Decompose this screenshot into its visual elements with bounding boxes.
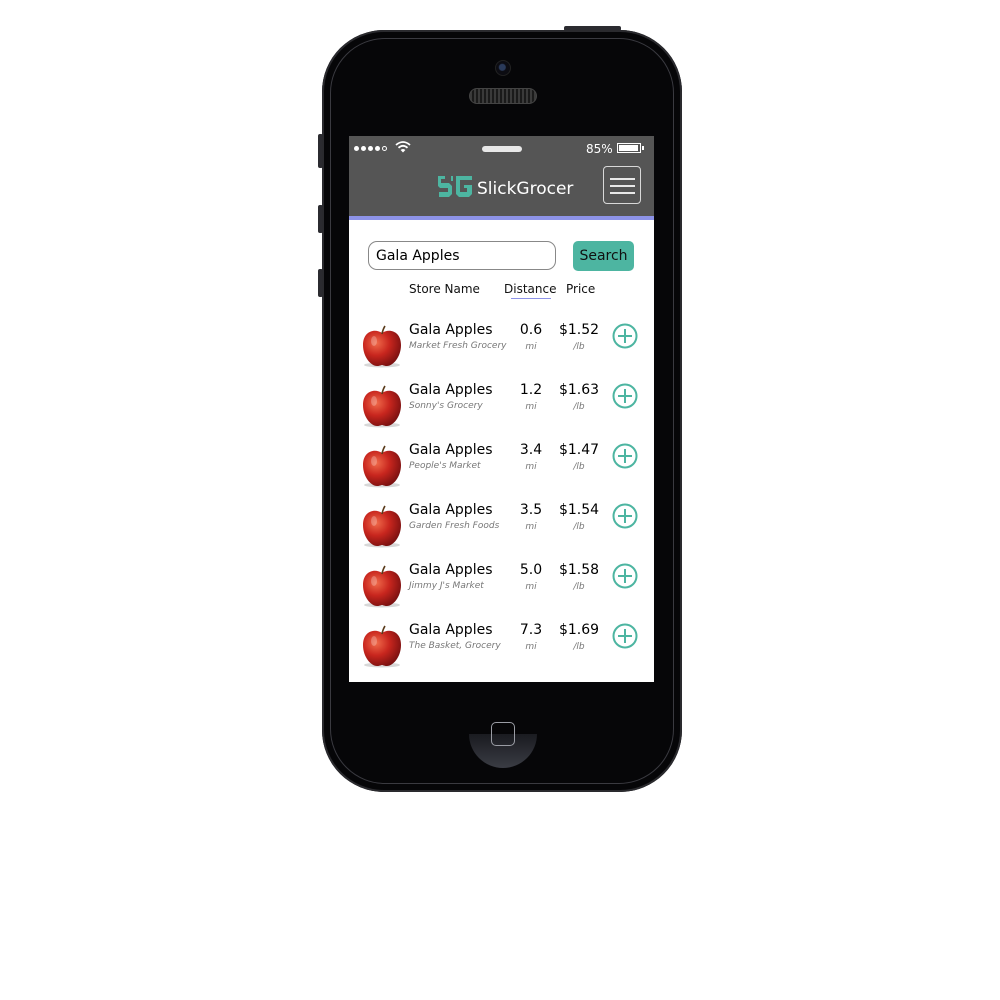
distance-unit: mi — [525, 582, 537, 592]
distance-unit: mi — [525, 642, 537, 652]
price-value: $1.58 — [558, 562, 600, 578]
front-camera — [495, 60, 511, 76]
apple-image — [363, 445, 401, 488]
search-input[interactable] — [368, 241, 556, 270]
app-header: SlickGrocer — [349, 162, 654, 220]
store-name: People's Market — [409, 461, 481, 471]
distance-value: 5.0 — [519, 562, 543, 578]
store-name: Sonny's Grocery — [409, 401, 483, 411]
store-name: Jimmy J's Market — [409, 581, 484, 591]
home-square-icon — [491, 722, 515, 746]
price-value: $1.69 — [558, 622, 600, 638]
list-item[interactable]: Gala Apples People's Market 3.4 mi $1.47… — [349, 442, 654, 508]
apple-image — [363, 385, 401, 428]
store-name: Market Fresh Grocery — [409, 341, 507, 351]
earpiece-speaker — [469, 88, 537, 104]
add-to-list-icon[interactable] — [612, 503, 638, 529]
distance-unit: mi — [525, 462, 537, 472]
battery-icon — [617, 143, 644, 153]
distance-unit: mi — [525, 522, 537, 532]
app-title: SlickGrocer — [477, 179, 574, 199]
distance-value: 3.5 — [519, 502, 543, 518]
add-to-list-icon[interactable] — [612, 623, 638, 649]
distance-unit: mi — [525, 342, 537, 352]
apple-image — [363, 565, 401, 608]
list-item[interactable]: Gala Apples Jimmy J's Market 5.0 mi $1.5… — [349, 562, 654, 628]
item-name: Gala Apples — [409, 322, 493, 338]
hamburger-menu-button[interactable] — [603, 166, 641, 204]
battery-percent: 85% — [586, 142, 613, 156]
apple-image — [363, 625, 401, 668]
price-value: $1.54 — [558, 502, 600, 518]
price-unit: /lb — [573, 582, 585, 592]
list-item[interactable]: Gala Apples Sonny's Grocery 1.2 mi $1.63… — [349, 382, 654, 448]
sort-indicator — [511, 298, 551, 299]
item-name: Gala Apples — [409, 622, 493, 638]
price-unit: /lb — [573, 342, 585, 352]
add-to-list-icon[interactable] — [612, 563, 638, 589]
search-button[interactable]: Search — [573, 241, 634, 271]
store-name: Garden Fresh Foods — [409, 521, 500, 531]
item-name: Gala Apples — [409, 382, 493, 398]
slickgrocer-logo-icon — [438, 176, 472, 197]
wifi-icon — [395, 141, 411, 153]
distance-value: 7.3 — [519, 622, 543, 638]
item-name: Gala Apples — [409, 562, 493, 578]
apple-image — [363, 325, 401, 368]
distance-unit: mi — [525, 402, 537, 412]
column-header-store-name[interactable]: Store Name — [409, 282, 480, 296]
price-unit: /lb — [573, 522, 585, 532]
price-value: $1.63 — [558, 382, 600, 398]
store-name: The Basket, Grocery — [409, 641, 501, 651]
signal-strength-icon — [354, 146, 387, 151]
add-to-list-icon[interactable] — [612, 323, 638, 349]
column-header-price[interactable]: Price — [566, 282, 595, 296]
price-unit: /lb — [573, 462, 585, 472]
status-bar: 85% — [349, 136, 654, 162]
status-pill — [482, 146, 522, 152]
item-name: Gala Apples — [409, 442, 493, 458]
apple-image — [363, 505, 401, 548]
distance-value: 0.6 — [519, 322, 543, 338]
column-header-distance[interactable]: Distance — [504, 282, 556, 296]
add-to-list-icon[interactable] — [612, 443, 638, 469]
distance-value: 3.4 — [519, 442, 543, 458]
price-value: $1.47 — [558, 442, 600, 458]
price-unit: /lb — [573, 402, 585, 412]
list-item[interactable]: Gala Apples Garden Fresh Foods 3.5 mi $1… — [349, 502, 654, 568]
price-value: $1.52 — [558, 322, 600, 338]
item-name: Gala Apples — [409, 502, 493, 518]
app-screen: 85% SlickGrocer Search Store Name Distan… — [349, 136, 654, 682]
distance-value: 1.2 — [519, 382, 543, 398]
list-item[interactable]: Gala Apples The Basket, Grocery 7.3 mi $… — [349, 622, 654, 682]
price-unit: /lb — [573, 642, 585, 652]
add-to-list-icon[interactable] — [612, 383, 638, 409]
list-item[interactable]: Gala Apples Market Fresh Grocery 0.6 mi … — [349, 322, 654, 388]
